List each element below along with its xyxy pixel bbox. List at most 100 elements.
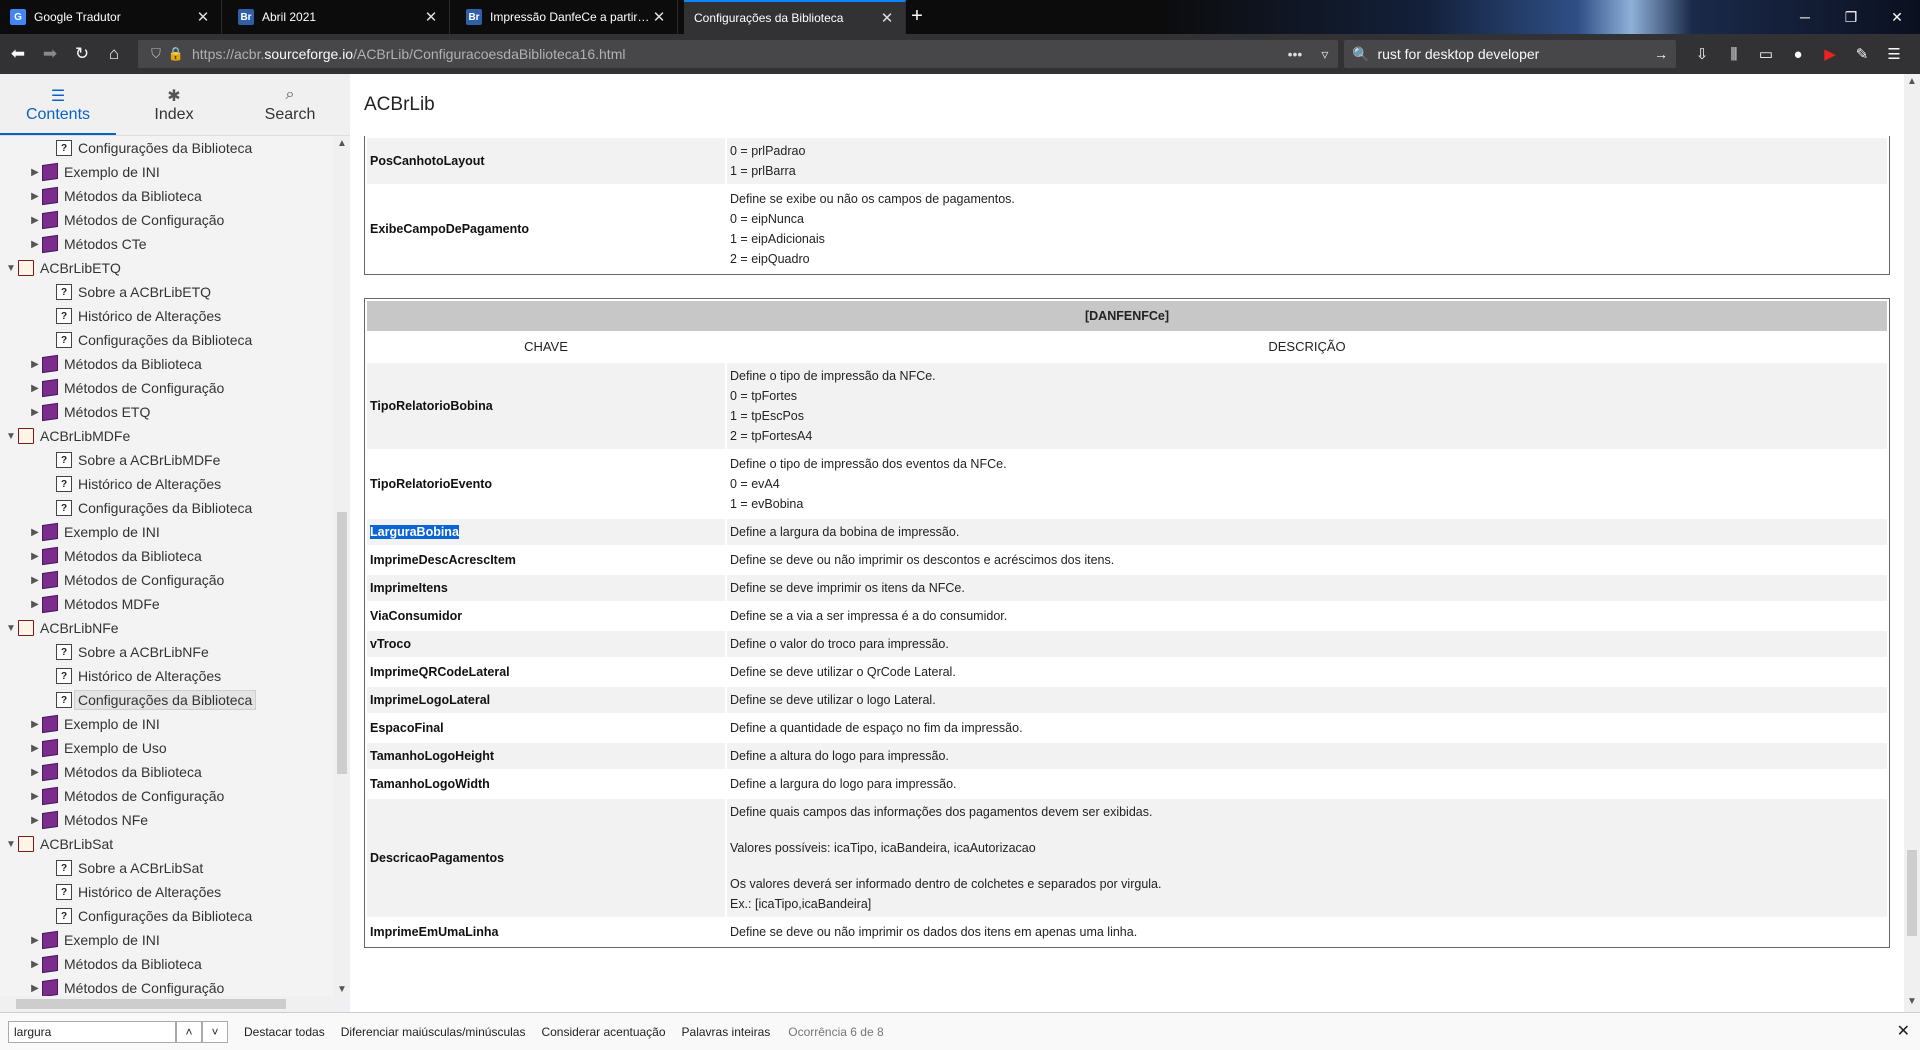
tree-item[interactable]: ▶ Métodos da Biblioteca: [0, 544, 334, 568]
minimize-button[interactable]: ─: [1782, 0, 1828, 34]
close-icon[interactable]: ✕: [879, 9, 895, 27]
tab-contents[interactable]: ☰ Contents: [0, 74, 116, 135]
library-icon[interactable]: ⫼: [1718, 46, 1750, 63]
browser-tab[interactable]: Configurações da Biblioteca ✕: [684, 0, 906, 34]
tree-item[interactable]: ? Configurações da Biblioteca: [0, 688, 334, 712]
tree-item[interactable]: ? Histórico de Alterações: [0, 664, 334, 688]
chevron-right-icon[interactable]: ▶: [28, 167, 42, 178]
tree-item[interactable]: ▶ Métodos de Configuração: [0, 784, 334, 808]
tree-item[interactable]: ? Histórico de Alterações: [0, 880, 334, 904]
tree-item[interactable]: ▶ Exemplo de INI: [0, 520, 334, 544]
chevron-right-icon[interactable]: ▶: [28, 791, 42, 802]
back-button[interactable]: ⬅: [4, 40, 32, 68]
close-icon[interactable]: ✕: [1897, 1021, 1910, 1041]
tab-index[interactable]: ✱ Index: [116, 74, 232, 135]
tree-item[interactable]: ▶ Métodos MDFe: [0, 592, 334, 616]
chevron-right-icon[interactable]: ▶: [28, 719, 42, 730]
match-case-toggle[interactable]: Diferenciar maiúsculas/minúsculas: [341, 1025, 526, 1039]
browser-tab[interactable]: Br Impressão DanfeCe a partir do ✕: [456, 0, 678, 34]
chevron-right-icon[interactable]: ▶: [28, 239, 42, 250]
url-bar[interactable]: ⛉ 🔒 https://acbr.sourceforge.io/ACBrLib/…: [138, 40, 1338, 68]
reload-button[interactable]: ↻: [68, 40, 96, 68]
chevron-right-icon[interactable]: ▶: [28, 599, 42, 610]
menu-icon[interactable]: ☰: [1878, 45, 1910, 63]
chevron-right-icon[interactable]: ▶: [28, 815, 42, 826]
video-extension-icon[interactable]: ▶: [1814, 45, 1846, 63]
chevron-right-icon[interactable]: ▶: [28, 215, 42, 226]
tree-item[interactable]: ? Sobre a ACBrLibETQ: [0, 280, 334, 304]
new-tab-button[interactable]: +: [904, 4, 930, 30]
chevron-down-icon[interactable]: ▼: [4, 623, 18, 634]
chevron-right-icon[interactable]: ▶: [28, 407, 42, 418]
tree-item[interactable]: ▶ Métodos de Configuração: [0, 568, 334, 592]
tree-item[interactable]: ▶ Métodos CTe: [0, 232, 334, 256]
tab-search[interactable]: ⌕ Search: [232, 74, 348, 135]
chevron-right-icon[interactable]: ▶: [28, 359, 42, 370]
find-input[interactable]: largura: [8, 1020, 176, 1043]
tree-item[interactable]: ? Configurações da Biblioteca: [0, 904, 334, 928]
tree-item[interactable]: ▶ Métodos da Biblioteca: [0, 952, 334, 976]
chevron-right-icon[interactable]: ▶: [28, 551, 42, 562]
find-previous-button[interactable]: ˄: [176, 1020, 202, 1043]
chevron-down-icon[interactable]: ▼: [4, 839, 18, 850]
tree-item[interactable]: ▶ Exemplo de INI: [0, 160, 334, 184]
url-text[interactable]: https://acbr.sourceforge.io/ACBrLib/Conf…: [186, 46, 1278, 62]
downloads-icon[interactable]: ⇩: [1686, 45, 1718, 63]
tree-item[interactable]: ▼ ACBrLibSat: [0, 832, 334, 856]
tree-scroll-thumb[interactable]: [337, 512, 347, 774]
close-icon[interactable]: ✕: [423, 8, 439, 26]
search-bar[interactable]: 🔍 rust for desktop developer →: [1344, 40, 1676, 68]
tree-item[interactable]: ▶ Exemplo de INI: [0, 928, 334, 952]
tree-item[interactable]: ▶ Métodos ETQ: [0, 400, 334, 424]
tree-item[interactable]: ▼ ACBrLibNFe: [0, 616, 334, 640]
content-scroll-thumb[interactable]: [1907, 850, 1917, 936]
chevron-right-icon[interactable]: ▶: [28, 959, 42, 970]
scroll-down-icon[interactable]: ▼: [1904, 996, 1920, 1007]
content-scrollbar[interactable]: ▲ ▼: [1904, 74, 1920, 1012]
chevron-right-icon[interactable]: ▶: [28, 383, 42, 394]
tree-hscroll-thumb[interactable]: [16, 999, 286, 1009]
tree-item[interactable]: ? Histórico de Alterações: [0, 304, 334, 328]
tree-item[interactable]: ▶ Métodos de Configuração: [0, 208, 334, 232]
whole-words-toggle[interactable]: Palavras inteiras: [682, 1025, 771, 1039]
tree-item[interactable]: ? Histórico de Alterações: [0, 472, 334, 496]
account-icon[interactable]: ●: [1782, 46, 1814, 63]
chevron-right-icon[interactable]: ▶: [28, 527, 42, 538]
chevron-down-icon[interactable]: ▼: [4, 431, 18, 442]
tree-item[interactable]: ? Sobre a ACBrLibMDFe: [0, 448, 334, 472]
highlight-all-toggle[interactable]: Destacar todas: [244, 1025, 325, 1039]
tree-item[interactable]: ▶ Métodos da Biblioteca: [0, 352, 334, 376]
tree-item[interactable]: ? Configurações da Biblioteca: [0, 328, 334, 352]
chevron-right-icon[interactable]: ▶: [28, 743, 42, 754]
chevron-right-icon[interactable]: ▶: [28, 935, 42, 946]
tree-hscrollbar[interactable]: [0, 996, 334, 1012]
pocket-icon[interactable]: ▿: [1321, 46, 1328, 63]
tree-item[interactable]: ▶ Métodos NFe: [0, 808, 334, 832]
tree-scrollbar[interactable]: ▲ ▼: [334, 136, 350, 1000]
scroll-up-icon[interactable]: ▲: [334, 138, 350, 149]
restore-button[interactable]: ❐: [1828, 0, 1874, 34]
extension-icon[interactable]: ✎: [1846, 45, 1878, 63]
home-button[interactable]: ⌂: [100, 40, 128, 68]
search-input[interactable]: rust for desktop developer: [1369, 46, 1654, 62]
tree-item[interactable]: ? Sobre a ACBrLibSat: [0, 856, 334, 880]
tree-item[interactable]: ? Configurações da Biblioteca: [0, 496, 334, 520]
scroll-down-icon[interactable]: ▼: [334, 984, 350, 995]
tree-item[interactable]: ? Configurações da Biblioteca: [0, 136, 334, 160]
tree-item[interactable]: ▶ Métodos de Configuração: [0, 376, 334, 400]
chevron-right-icon[interactable]: ▶: [28, 767, 42, 778]
match-diacritics-toggle[interactable]: Considerar acentuação: [541, 1025, 665, 1039]
close-window-button[interactable]: ✕: [1874, 0, 1920, 34]
close-icon[interactable]: ✕: [195, 8, 211, 26]
tree-item[interactable]: ▼ ACBrLibMDFe: [0, 424, 334, 448]
tree-item[interactable]: ▶ Exemplo de Uso: [0, 736, 334, 760]
close-icon[interactable]: ✕: [651, 8, 667, 26]
chevron-right-icon[interactable]: ▶: [28, 575, 42, 586]
tree-item[interactable]: ▶ Métodos da Biblioteca: [0, 184, 334, 208]
chevron-right-icon[interactable]: ▶: [28, 983, 42, 994]
browser-tab[interactable]: G Google Tradutor ✕: [0, 0, 222, 34]
scroll-up-icon[interactable]: ▲: [1904, 76, 1920, 87]
forward-button[interactable]: ➡: [36, 40, 64, 68]
search-go-icon[interactable]: →: [1654, 46, 1668, 62]
browser-tab[interactable]: Br Abril 2021 ✕: [228, 0, 450, 34]
